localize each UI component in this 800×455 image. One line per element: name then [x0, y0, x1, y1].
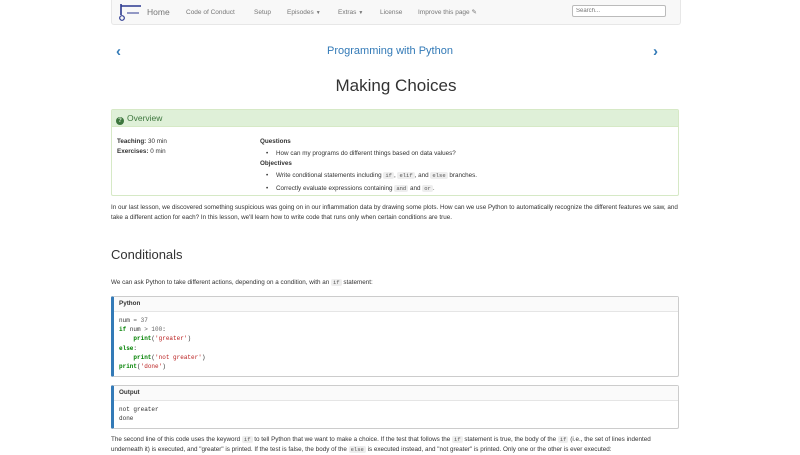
inline-code: elif [397, 172, 415, 179]
code-token: ) [162, 363, 166, 371]
code-token: 'done' [140, 363, 163, 371]
code-token: ) [187, 335, 192, 343]
code-token: ) [201, 353, 206, 361]
questions-heading: Questions [260, 138, 291, 145]
caret-down-icon: ▼ [358, 10, 364, 16]
top-navbar: Home Code of Conduct Setup Episodes ▼ Ext… [111, 0, 681, 25]
code-line: if num > 100: [119, 326, 166, 333]
nav-episodes-label: Episodes [287, 9, 314, 16]
code-line: print('greater') [119, 335, 191, 342]
carpentries-logo-icon[interactable] [119, 3, 143, 21]
inline-code: if [452, 436, 463, 443]
objective-text: branches. [449, 172, 478, 179]
code-line: print('not greater') [119, 354, 205, 361]
code-token: else [119, 344, 134, 352]
python-code-block: Python num = 37 if num > 100: print('gre… [111, 296, 679, 377]
code-token: 'not greater' [155, 353, 202, 361]
output-line: not greater [119, 406, 159, 413]
code-token: print [133, 335, 152, 343]
teaching-value: 30 min [148, 138, 167, 145]
code-line: num = 37 [119, 317, 148, 324]
code-token: : [162, 326, 166, 334]
output-block-label: Output [114, 386, 678, 401]
overview-content: Questions How can my programs do differe… [260, 137, 670, 194]
question-item: How can my programs do different things … [260, 149, 670, 159]
objective-text: and [409, 185, 421, 192]
question-circle-icon: ? [116, 117, 124, 125]
objective-item: Write conditional statements including i… [260, 171, 670, 181]
objective-text: , [393, 172, 396, 179]
code-token: 100 [147, 326, 163, 334]
section-heading: Conditionals [111, 247, 183, 262]
nav-code-of-conduct-link[interactable]: Code of Conduct [186, 0, 235, 25]
code-token: : [133, 344, 138, 352]
code-token: num [126, 326, 145, 334]
lesson-title-link[interactable]: Programming with Python [0, 45, 780, 57]
code-token: print [119, 363, 138, 371]
page-title: Making Choices [335, 76, 457, 95]
nav-improve-label: Improve this page [418, 9, 470, 16]
code-line: print('done') [119, 363, 166, 370]
output-content: not greater done [114, 401, 678, 427]
nav-improve-page-link[interactable]: Improve this page ✎ [418, 0, 477, 25]
overview-panel: ? Overview Teaching: 30 min Exercises: 0 … [111, 109, 679, 196]
overview-header: ? Overview [112, 110, 678, 127]
code-token: = [129, 317, 141, 324]
chevron-right-icon[interactable]: › [653, 43, 658, 60]
output-line: done [119, 415, 134, 423]
objective-text: Correctly evaluate expressions containin… [276, 185, 393, 192]
inline-code: if [241, 436, 253, 443]
pencil-icon: ✎ [471, 9, 477, 16]
objective-text: , and [414, 172, 429, 179]
code-token: 'greater' [155, 335, 188, 343]
code-token: 37 [140, 317, 148, 324]
nav-license-link[interactable]: License [380, 0, 402, 25]
nav-setup-link[interactable]: Setup [254, 0, 271, 25]
code-token: num [119, 317, 130, 324]
code-line: else: [119, 345, 137, 352]
intro-paragraph: In our last lesson, we discovered someth… [111, 204, 678, 221]
paragraph-text: We can ask Python to take different acti… [111, 279, 330, 286]
exercises-label: Exercises: [117, 148, 149, 155]
inline-code: if [330, 279, 342, 286]
objective-text: . [432, 185, 435, 192]
exercises-value: 0 min [150, 148, 166, 155]
inline-code: else [430, 172, 448, 179]
objective-item: Correctly evaluate expressions containin… [260, 184, 670, 194]
code-content: num = 37 if num > 100: print('greater') … [114, 312, 678, 375]
objectives-heading: Objectives [260, 160, 292, 167]
output-block: Output not greater done [111, 385, 679, 429]
overview-title: Overview [127, 113, 163, 123]
paragraph-text: to tell Python that we want to make a ch… [254, 436, 451, 443]
code-block-label: Python [114, 297, 678, 312]
objective-text: Write conditional statements including [276, 172, 382, 179]
paragraph-text: The second line of this code uses the ke… [111, 436, 241, 443]
inline-code: if [383, 172, 394, 179]
nav-episodes-dropdown[interactable]: Episodes ▼ [287, 0, 321, 25]
nav-extras-label: Extras [338, 9, 357, 16]
overview-timing: Teaching: 30 min Exercises: 0 min [117, 137, 167, 157]
search-input[interactable] [572, 5, 666, 17]
teaching-label: Teaching: [117, 138, 147, 145]
conditionals-paragraph: We can ask Python to take different acti… [111, 278, 679, 288]
code-token: print [133, 353, 152, 361]
nav-home-link[interactable]: Home [147, 0, 170, 25]
inline-code: or [422, 185, 433, 192]
paragraph-text: statement is true, the body of the [464, 436, 557, 443]
inline-code: and [394, 185, 409, 192]
explanation-paragraph: The second line of this code uses the ke… [111, 435, 679, 455]
nav-extras-dropdown[interactable]: Extras ▼ [338, 0, 363, 25]
paragraph-text: statement: [343, 279, 373, 286]
inline-code: if [557, 436, 569, 443]
caret-down-icon: ▼ [315, 10, 321, 16]
